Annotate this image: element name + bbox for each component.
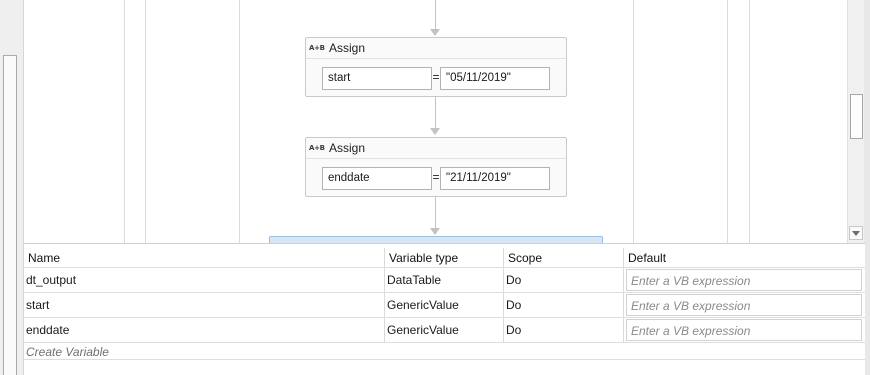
assign-activity[interactable]: A+B Assign start = "05/11/2019" <box>305 37 567 97</box>
assign-to-field[interactable]: start <box>322 67 432 90</box>
chevron-down-icon <box>852 230 860 236</box>
create-variable-link[interactable]: Create Variable <box>26 345 109 359</box>
default-value-input[interactable]: Enter a VB expression <box>626 269 862 291</box>
column-header-scope[interactable]: Scope <box>504 248 623 267</box>
default-value-input[interactable]: Enter a VB expression <box>626 319 862 341</box>
variable-scope[interactable]: Do <box>504 318 623 342</box>
guide-line <box>124 0 125 243</box>
flow-connector <box>435 97 436 130</box>
assign-operator: = <box>432 70 440 84</box>
column-header-name[interactable]: Name <box>24 248 384 267</box>
variable-type[interactable]: GenericValue <box>385 293 503 317</box>
guide-line <box>727 0 728 243</box>
variable-type[interactable]: DataTable <box>385 268 503 292</box>
activity-header: A+B Assign <box>306 138 566 159</box>
flow-arrow-icon <box>430 29 440 36</box>
designer-vertical-scrollbar[interactable] <box>847 0 864 243</box>
scroll-down-button[interactable] <box>849 226 863 240</box>
left-gutter <box>0 0 24 375</box>
variables-header-row: Name Variable type Scope Default <box>24 248 865 268</box>
assign-icon: A+B <box>309 144 325 152</box>
flow-arrow-icon <box>430 228 440 235</box>
column-header-type[interactable]: Variable type <box>385 248 503 267</box>
assign-icon: A+B <box>309 44 325 52</box>
next-activity-partial[interactable] <box>269 236 603 243</box>
variable-scope[interactable]: Do <box>504 268 623 292</box>
assign-activity[interactable]: A+B Assign enddate = "21/11/2019" <box>305 137 567 197</box>
column-header-default[interactable]: Default <box>624 248 865 267</box>
assign-value-field[interactable]: "21/11/2019" <box>440 167 550 190</box>
guide-line <box>239 0 240 243</box>
activity-title: Assign <box>329 141 366 155</box>
workflow-designer-canvas[interactable]: A+B Assign start = "05/11/2019" A+B Assi… <box>24 0 847 243</box>
column-divider <box>623 318 624 342</box>
variable-name[interactable]: dt_output <box>24 268 384 292</box>
assign-value-field[interactable]: "05/11/2019" <box>440 67 550 90</box>
scrollbar-thumb[interactable] <box>850 94 863 139</box>
flow-connector <box>435 0 436 30</box>
variable-row[interactable]: dt_output DataTable Do Enter a VB expres… <box>24 268 865 293</box>
variable-name[interactable]: enddate <box>24 318 384 342</box>
column-divider <box>623 268 624 292</box>
guide-line <box>749 0 750 243</box>
assign-to-field[interactable]: enddate <box>322 167 432 190</box>
variable-row[interactable]: start GenericValue Do Enter a VB express… <box>24 293 865 318</box>
activity-title: Assign <box>329 41 366 55</box>
flow-connector <box>435 197 436 229</box>
activity-header: A+B Assign <box>306 38 566 59</box>
variable-type[interactable]: GenericValue <box>385 318 503 342</box>
assign-operator: = <box>432 170 440 184</box>
guide-line <box>145 0 146 243</box>
create-row-divider <box>24 359 865 360</box>
column-divider <box>623 293 624 317</box>
default-value-input[interactable]: Enter a VB expression <box>626 294 862 316</box>
variable-name[interactable]: start <box>24 293 384 317</box>
guide-line <box>633 0 634 243</box>
variable-scope[interactable]: Do <box>504 293 623 317</box>
flow-arrow-icon <box>430 128 440 135</box>
left-panel-scroll[interactable] <box>3 55 17 375</box>
variable-row[interactable]: enddate GenericValue Do Enter a VB expre… <box>24 318 865 343</box>
variables-panel: Name Variable type Scope Default dt_outp… <box>24 243 865 375</box>
